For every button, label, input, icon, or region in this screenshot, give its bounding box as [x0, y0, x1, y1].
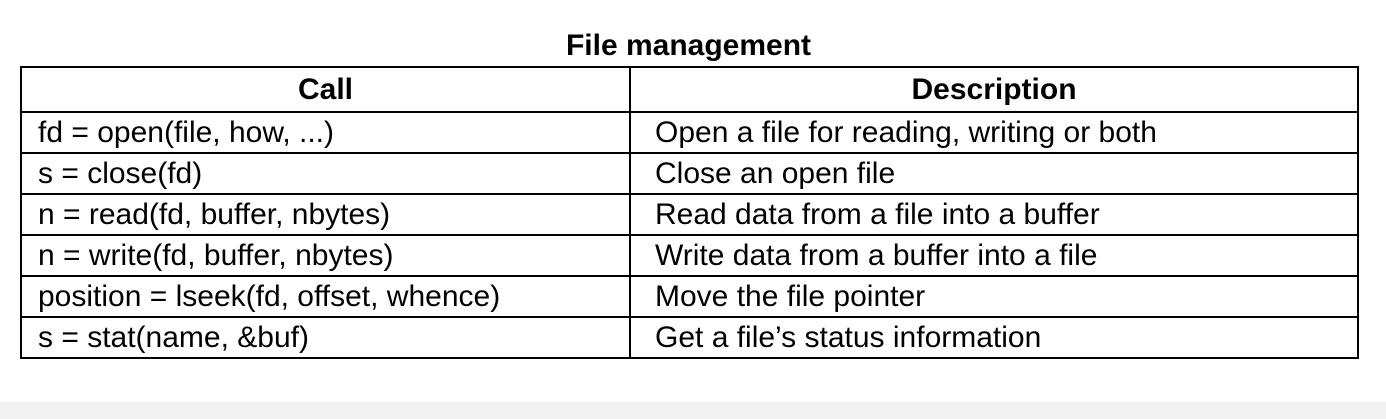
table-row: n = write(fd, buffer, nbytes) Write data…	[20, 234, 1359, 277]
call-cell: n = read(fd, buffer, nbytes)	[20, 193, 631, 236]
table-title: File management	[565, 29, 812, 62]
table-row: position = lseek(fd, offset, whence) Mov…	[20, 275, 1359, 318]
column-header-description: Description	[629, 66, 1359, 113]
file-management-table: Call Description fd = open(file, how, ..…	[20, 66, 1359, 359]
table-row: s = stat(name, &buf) Get a file’s status…	[20, 316, 1359, 359]
call-cell: position = lseek(fd, offset, whence)	[20, 275, 631, 318]
call-cell: fd = open(file, how, ...)	[20, 111, 631, 154]
description-cell: Read data from a file into a buffer	[629, 193, 1359, 236]
column-header-call: Call	[20, 66, 631, 113]
call-cell: s = stat(name, &buf)	[20, 316, 631, 359]
document-page: File management Call Description fd = op…	[0, 0, 1386, 419]
bottom-margin-band	[0, 402, 1386, 419]
table-row: s = close(fd) Close an open file	[20, 152, 1359, 195]
table-row: fd = open(file, how, ...) Open a file fo…	[20, 111, 1359, 154]
description-cell: Get a file’s status information	[629, 316, 1359, 359]
description-cell: Move the file pointer	[629, 275, 1359, 318]
description-cell: Write data from a buffer into a file	[629, 234, 1359, 277]
call-cell: n = write(fd, buffer, nbytes)	[20, 234, 631, 277]
table-row: n = read(fd, buffer, nbytes) Read data f…	[20, 193, 1359, 236]
description-cell: Open a file for reading, writing or both	[629, 111, 1359, 154]
call-cell: s = close(fd)	[20, 152, 631, 195]
table-header-row: Call Description	[20, 66, 1359, 113]
description-cell: Close an open file	[629, 152, 1359, 195]
